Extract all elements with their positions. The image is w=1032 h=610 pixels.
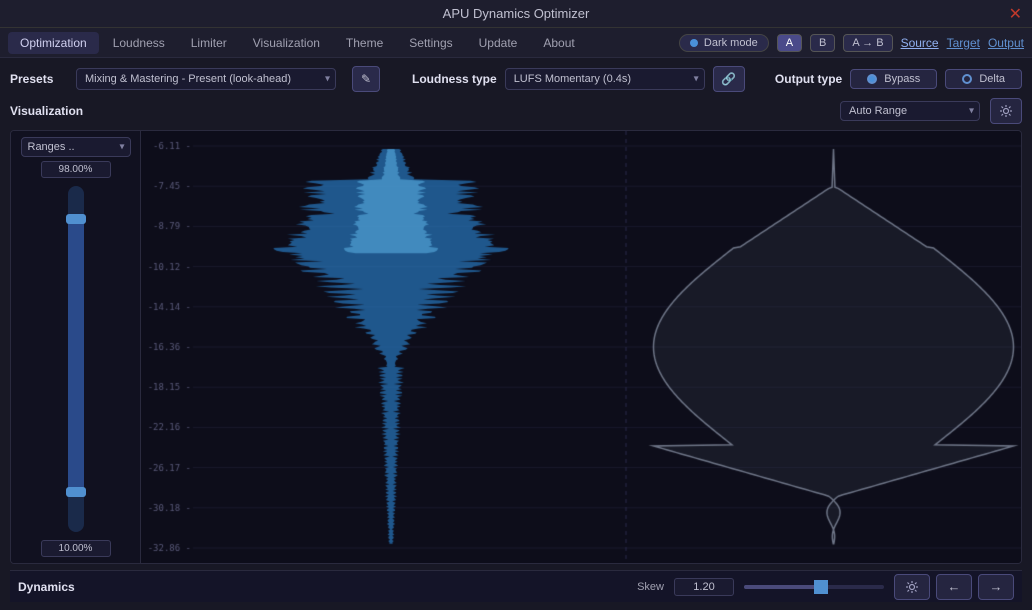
app-title: APU Dynamics Optimizer xyxy=(443,6,590,21)
nav-about[interactable]: About xyxy=(531,32,586,54)
bypass-button[interactable]: Bypass xyxy=(850,69,937,89)
bypass-label: Bypass xyxy=(884,73,920,85)
visualization-label: Visualization xyxy=(10,104,90,118)
nav-update[interactable]: Update xyxy=(467,32,530,54)
link-button[interactable]: 🔗 xyxy=(713,66,745,92)
bottom-settings-button[interactable] xyxy=(894,574,930,600)
nav-limiter[interactable]: Limiter xyxy=(179,32,239,54)
source-link[interactable]: Source xyxy=(901,36,939,50)
btn-ab[interactable]: A → B xyxy=(843,34,892,52)
arrow-right-icon: → xyxy=(990,579,1003,594)
visualization-settings-button[interactable] xyxy=(990,98,1022,124)
bottom-gear-icon xyxy=(905,580,919,594)
skew-label: Skew xyxy=(637,581,664,593)
nav-loudness[interactable]: Loudness xyxy=(101,32,177,54)
auto-range-select[interactable]: Auto Range xyxy=(840,101,980,121)
forward-button[interactable]: → xyxy=(978,574,1014,600)
arrow-left-icon: ← xyxy=(948,579,961,594)
main-visualization-canvas xyxy=(141,131,1021,563)
viz-canvas xyxy=(141,131,1021,563)
chain-icon: 🔗 xyxy=(721,72,736,86)
top-percent[interactable]: 98.00% xyxy=(41,161,111,178)
nav-visualization[interactable]: Visualization xyxy=(241,32,332,54)
preset-select[interactable]: Mixing & Mastering - Present (look-ahead… xyxy=(76,68,336,90)
presets-label: Presets xyxy=(10,72,60,86)
bottom-percent[interactable]: 10.00% xyxy=(41,540,111,557)
preset-edit-button[interactable]: ✎ xyxy=(352,66,380,92)
dynamics-label: Dynamics xyxy=(18,580,75,594)
dark-mode-button[interactable]: Dark mode xyxy=(679,34,769,52)
back-button[interactable]: ← xyxy=(936,574,972,600)
ranges-select[interactable]: Ranges .. xyxy=(21,137,131,157)
delta-button[interactable]: Delta xyxy=(945,69,1022,89)
dark-mode-indicator xyxy=(690,39,698,47)
skew-value[interactable]: 1.20 xyxy=(674,578,734,596)
slider-bottom-thumb[interactable] xyxy=(66,487,86,497)
loudness-select[interactable]: LUFS Momentary (0.4s) xyxy=(505,68,705,90)
target-link[interactable]: Target xyxy=(947,36,980,50)
slider-top-thumb[interactable] xyxy=(66,214,86,224)
delta-radio xyxy=(962,74,972,84)
skew-slider[interactable] xyxy=(744,585,884,589)
output-link[interactable]: Output xyxy=(988,36,1024,50)
dark-mode-label: Dark mode xyxy=(704,37,758,49)
loudness-label: Loudness type xyxy=(412,72,497,86)
edit-icon: ✎ xyxy=(361,72,371,86)
nav-theme[interactable]: Theme xyxy=(334,32,395,54)
close-button[interactable]: ✕ xyxy=(1009,4,1022,24)
delta-label: Delta xyxy=(979,73,1005,85)
output-type-label: Output type xyxy=(775,72,842,86)
btn-a[interactable]: A xyxy=(777,34,802,52)
gear-icon xyxy=(999,104,1013,118)
nav-optimization[interactable]: Optimization xyxy=(8,32,99,54)
btn-b[interactable]: B xyxy=(810,34,835,52)
bypass-radio xyxy=(867,74,877,84)
viz-sidebar: Ranges .. 98.00% 10.00% xyxy=(11,131,141,563)
nav-settings[interactable]: Settings xyxy=(397,32,464,54)
